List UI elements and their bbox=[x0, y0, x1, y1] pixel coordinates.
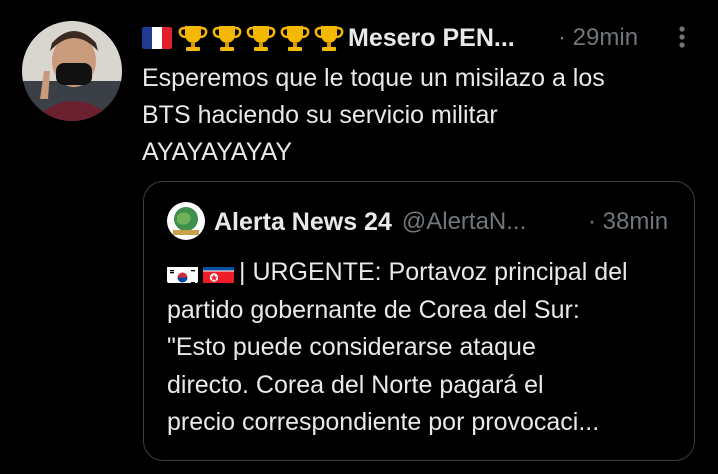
quoted-author-name[interactable]: Alerta News 24 bbox=[214, 208, 392, 237]
flag-france-icon bbox=[142, 27, 172, 49]
tweet-text-line: AYAYAYAYAY bbox=[142, 138, 293, 166]
quoted-text-line: | URGENTE: Portavoz principal del bbox=[167, 254, 682, 292]
quoted-tweet-header: Alerta News 24 @AlertaN... bbox=[214, 202, 526, 242]
time-separator: · bbox=[558, 24, 566, 51]
trophy-icon bbox=[246, 26, 276, 51]
quoted-tweet-text: | URGENTE: Portavoz principal del partid… bbox=[167, 254, 682, 442]
tweet-text-line: Esperemos que le toque un misilazo a los bbox=[142, 64, 605, 92]
tweet-timestamp[interactable]: · 29min bbox=[558, 20, 638, 56]
trophy-icon bbox=[212, 26, 242, 51]
quoted-text-line: precio correspondiente por provocaci... bbox=[167, 408, 600, 436]
flag-north-korea-icon bbox=[203, 262, 234, 283]
time-value: 29min bbox=[572, 24, 639, 51]
trophy-icon bbox=[178, 26, 208, 51]
quoted-tweet-timestamp[interactable]: · 38min bbox=[588, 202, 668, 242]
tweet-text: Esperemos que le toque un misilazo a los… bbox=[142, 60, 702, 171]
time-value: 38min bbox=[602, 208, 669, 235]
quoted-tweet-card[interactable]: Alerta News 24 @AlertaN... · 38min | URG… bbox=[143, 181, 695, 461]
quoted-author-handle[interactable]: @AlertaN... bbox=[402, 208, 526, 236]
time-separator: · bbox=[588, 208, 596, 235]
quoted-author-avatar[interactable] bbox=[167, 202, 205, 240]
flag-south-korea-icon bbox=[167, 262, 198, 283]
trophy-icon bbox=[314, 26, 344, 51]
trophy-icon bbox=[280, 26, 310, 51]
tweet[interactable]: Mesero PEN... · 29min Esperemos que le t… bbox=[0, 0, 718, 474]
tweet-header: Mesero PEN... bbox=[142, 20, 515, 56]
author-avatar[interactable] bbox=[22, 21, 122, 121]
quoted-text-line: partido gobernante de Corea del Sur: bbox=[167, 295, 580, 324]
quoted-text-line: directo. Corea del Norte pagará el bbox=[167, 370, 544, 399]
trophy-emojis bbox=[176, 23, 346, 53]
quoted-text-line: "Esto puede considerarse ataque bbox=[167, 333, 536, 361]
more-options-icon[interactable] bbox=[670, 22, 694, 52]
author-display-name[interactable]: Mesero PEN... bbox=[348, 24, 515, 53]
tweet-text-line: BTS haciendo su servicio militar bbox=[142, 101, 498, 129]
quoted-text-first-line: | URGENTE: Portavoz principal del bbox=[239, 258, 628, 286]
